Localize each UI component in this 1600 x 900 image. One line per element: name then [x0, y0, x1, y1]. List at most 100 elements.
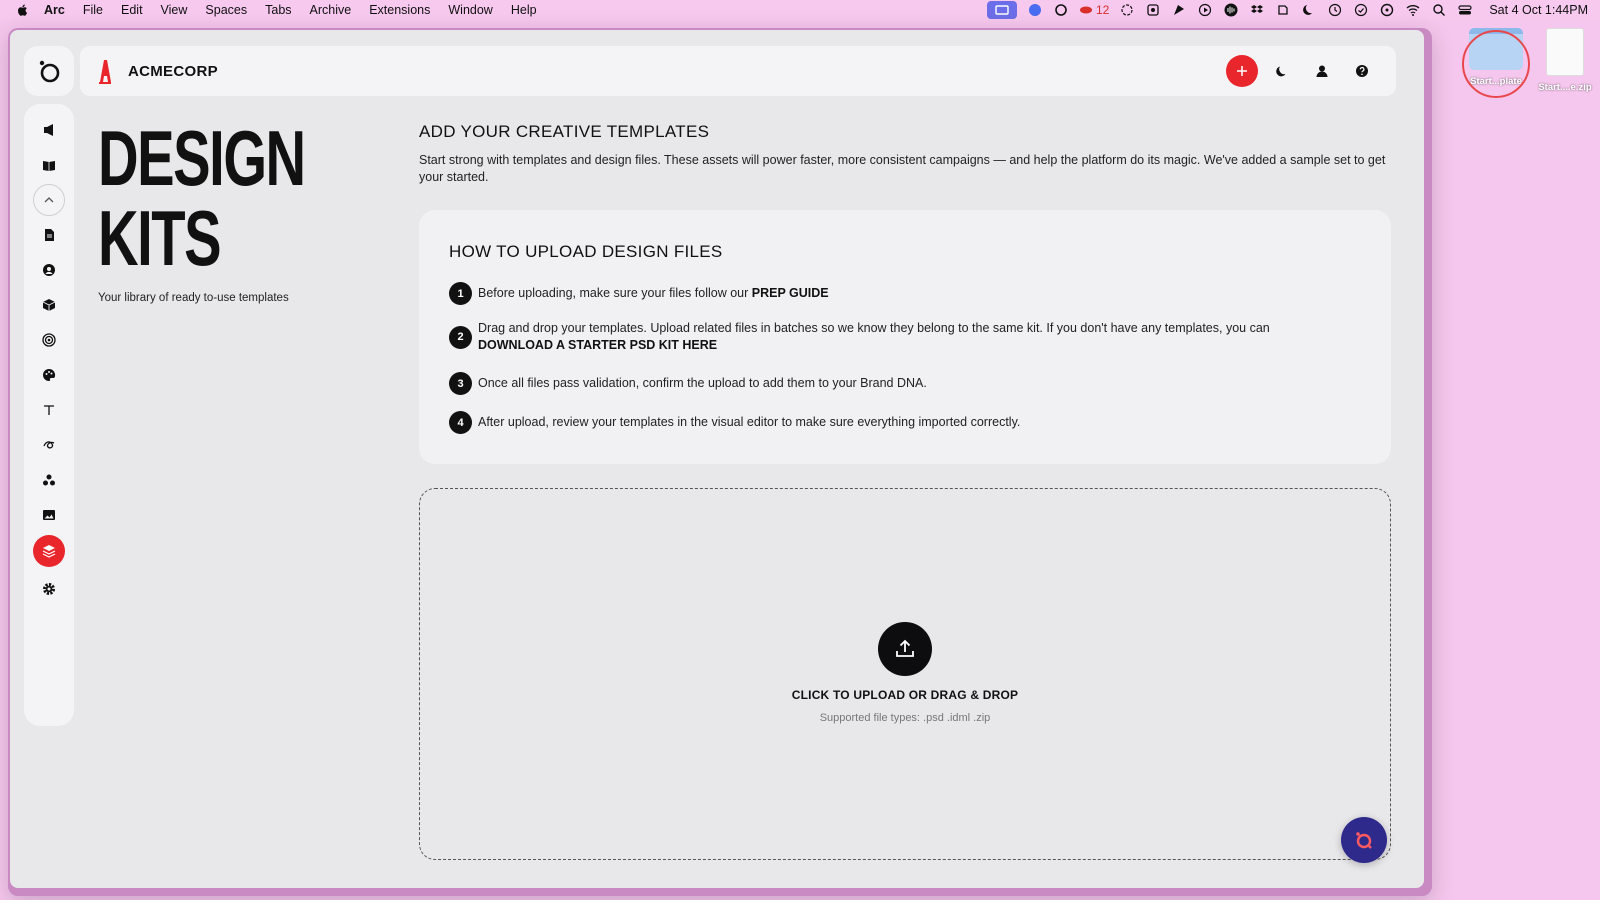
circle-status-icon[interactable] — [1053, 3, 1069, 17]
menu-archive[interactable]: Archive — [310, 3, 352, 17]
openai-icon[interactable] — [1119, 3, 1135, 17]
page-subtitle: Your library of ready to-use templates — [98, 292, 289, 304]
header-actions — [1226, 55, 1378, 87]
step-text: Before uploading, make sure your files f… — [478, 285, 829, 302]
prep-guide-link[interactable]: PREP GUIDE — [752, 286, 829, 300]
sidebar-item-logo[interactable] — [33, 429, 65, 461]
menu-view[interactable]: View — [161, 3, 188, 17]
add-button[interactable] — [1226, 55, 1258, 87]
macos-menu-bar: Arc File Edit View Spaces Tabs Archive E… — [0, 0, 1600, 20]
wifi-icon[interactable] — [1405, 3, 1421, 17]
step-body: Drag and drop your templates. Upload rel… — [478, 321, 1270, 335]
target-icon — [42, 333, 56, 347]
menu-window[interactable]: Window — [448, 3, 492, 17]
flag-icon[interactable] — [1171, 3, 1187, 17]
plus-icon — [1237, 66, 1247, 76]
help-button[interactable] — [1346, 55, 1378, 87]
browser-window: ACMECORP DESIGN KITS Your library of rea… — [8, 28, 1432, 896]
menu-extensions[interactable]: Extensions — [369, 3, 430, 17]
sidebar-item-elements[interactable] — [33, 464, 65, 496]
desktop-zip-item[interactable]: Start....e.zip — [1532, 28, 1598, 93]
step-text: Once all files pass validation, confirm … — [478, 376, 927, 390]
screenshot-icon[interactable] — [1145, 3, 1161, 17]
zip-file-icon — [1546, 28, 1584, 76]
menu-bar-clock[interactable]: Sat 4 Oct 1:44PM — [1489, 3, 1588, 17]
step-text: After upload, review your templates in t… — [478, 415, 1021, 429]
apple-menu-icon[interactable] — [16, 3, 30, 17]
play-icon[interactable] — [1197, 3, 1213, 17]
notification-count: 12 — [1095, 3, 1110, 17]
check-circle-icon[interactable] — [1353, 3, 1369, 17]
menu-file[interactable]: File — [83, 3, 103, 17]
how-to-title: HOW TO UPLOAD DESIGN FILES — [449, 242, 723, 261]
upload-label: CLICK TO UPLOAD OR DRAG & DROP — [791, 688, 1019, 702]
menu-tabs[interactable]: Tabs — [265, 3, 291, 17]
section-description: Start strong with templates and design f… — [419, 153, 1386, 184]
document-icon — [45, 229, 54, 241]
screen-share-icon[interactable] — [986, 1, 1017, 19]
step-text: Drag and drop your templates. Upload rel… — [478, 320, 1338, 354]
sidebar-nav — [24, 104, 74, 726]
gear-icon — [43, 583, 55, 595]
app-logo-icon — [39, 60, 60, 83]
app-logo[interactable] — [24, 46, 74, 96]
moon-icon — [1276, 66, 1286, 77]
dark-mode-toggle[interactable] — [1266, 55, 1298, 87]
sidebar-item-products[interactable] — [33, 289, 65, 321]
upload-dropzone[interactable]: CLICK TO UPLOAD OR DRAG & DROP Supported… — [419, 488, 1391, 860]
megaphone-icon — [44, 124, 53, 136]
upload-button[interactable] — [878, 622, 932, 676]
app-content: ACMECORP DESIGN KITS Your library of rea… — [10, 30, 1424, 888]
download-starter-kit-link[interactable]: DOWNLOAD A STARTER PSD KIT HERE — [478, 338, 717, 352]
desktop-item-label: Start....e.zip — [1538, 82, 1592, 93]
control-center-icon[interactable] — [1457, 3, 1473, 17]
moon-icon[interactable] — [1301, 3, 1317, 17]
brand-logo-icon — [99, 60, 111, 84]
sidebar-item-library[interactable] — [33, 149, 65, 181]
menu-help[interactable]: Help — [511, 3, 537, 17]
image-icon — [43, 510, 55, 520]
step-body: Before uploading, make sure your files f… — [478, 286, 752, 300]
sidebar-item-audience[interactable] — [33, 254, 65, 286]
sidebar-item-campaigns[interactable] — [33, 114, 65, 146]
menu-app-name[interactable]: Arc — [44, 3, 65, 17]
step-number: 3 — [449, 372, 472, 395]
dropbox-icon[interactable] — [1249, 3, 1265, 17]
window-icon[interactable] — [1275, 3, 1291, 17]
palette-icon — [43, 368, 56, 381]
zoom-icon[interactable] — [1027, 3, 1043, 17]
user-icon — [1316, 65, 1328, 77]
profile-button[interactable] — [1306, 55, 1338, 87]
sidebar-item-goals[interactable] — [33, 324, 65, 356]
step-item: 2 Drag and drop your templates. Upload r… — [449, 320, 1349, 354]
supported-file-types: Supported file types: .psd .idml .zip — [819, 712, 991, 724]
sidebar-item-images[interactable] — [33, 499, 65, 531]
box-icon — [42, 299, 56, 311]
password-icon[interactable] — [1379, 3, 1395, 17]
help-icon — [1356, 65, 1368, 77]
sidebar-collapse-button[interactable] — [33, 184, 65, 216]
step-number: 2 — [449, 325, 472, 349]
shapes-icon — [43, 474, 55, 486]
chevron-up-icon — [44, 197, 54, 203]
chat-assistant-button[interactable] — [1341, 817, 1387, 863]
step-item: 3 Once all files pass validation, confir… — [449, 372, 1349, 395]
time-machine-icon[interactable] — [1327, 3, 1343, 17]
sidebar-item-design-kits[interactable] — [33, 535, 65, 567]
book-icon — [43, 161, 55, 171]
sidebar-item-settings[interactable] — [33, 573, 65, 605]
notification-badge[interactable]: 12 — [1079, 3, 1109, 17]
sidebar-item-colors[interactable] — [33, 359, 65, 391]
audio-icon[interactable] — [1223, 3, 1239, 17]
upload-icon — [896, 639, 914, 657]
text-icon — [44, 405, 54, 415]
sidebar-item-typography[interactable] — [33, 394, 65, 426]
section-title: ADD YOUR CREATIVE TEMPLATES — [419, 122, 710, 141]
sidebar-item-documents[interactable] — [33, 219, 65, 251]
spotlight-search-icon[interactable] — [1431, 3, 1447, 17]
page-title: DESIGN KITS — [98, 114, 306, 282]
menu-spaces[interactable]: Spaces — [205, 3, 247, 17]
app-header: ACMECORP — [80, 46, 1396, 96]
menu-edit[interactable]: Edit — [121, 3, 143, 17]
chat-assistant-icon — [1356, 832, 1372, 849]
